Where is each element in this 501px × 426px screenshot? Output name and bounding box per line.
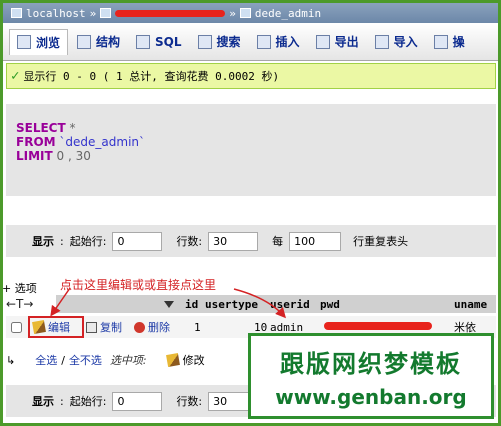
- server-icon: [11, 8, 22, 18]
- tab-browse[interactable]: 浏览: [9, 28, 69, 55]
- tab-export[interactable]: 导出: [309, 29, 366, 54]
- with-selected-label: 选中项:: [109, 354, 147, 367]
- annotation-text: 点击这里编辑或或直接点这里: [60, 278, 217, 292]
- bulk-arrow-icon: ↳: [6, 353, 16, 367]
- database-icon: [100, 8, 112, 18]
- success-message: ✓ 显示行 0 - 0 ( 1 总计, 查询花费 0.0002 秒): [6, 63, 496, 89]
- start-row-input-bottom[interactable]: [112, 391, 163, 411]
- delete-icon: [134, 321, 145, 333]
- sql-icon: [136, 34, 151, 49]
- import-icon: [374, 34, 389, 49]
- column-arrows: ←T→: [6, 297, 34, 311]
- insert-icon: [256, 34, 271, 49]
- export-icon: [315, 34, 330, 49]
- tab-search[interactable]: 搜索: [191, 29, 248, 54]
- col-usertype[interactable]: usertype: [205, 298, 258, 311]
- operations-icon: [433, 34, 448, 49]
- breadcrumb: localhost » » dede_admin: [3, 3, 498, 23]
- redacted-password: [324, 322, 432, 330]
- col-uname[interactable]: uname: [454, 298, 487, 311]
- bulk-actions: ↳ 全选 / 全不选 选中项: 修改: [6, 352, 205, 368]
- select-none-link[interactable]: 全不选: [69, 352, 102, 368]
- table-icon: [239, 8, 251, 18]
- edit-button[interactable]: 编辑: [28, 316, 84, 338]
- options-toggle[interactable]: + 选项: [2, 280, 37, 296]
- sql-query-box: SELECT * FROM `dede_admin` LIMIT 0 , 30: [6, 104, 496, 196]
- row-checkbox[interactable]: [11, 321, 22, 333]
- repeat-header-input[interactable]: [289, 231, 342, 251]
- table-header: id usertype userid pwd uname: [56, 295, 496, 313]
- sort-triangle-icon[interactable]: [164, 300, 174, 308]
- browse-icon: [17, 35, 31, 49]
- message-text: 显示行 0 - 0 ( 1 总计, 查询花费 0.0002 秒): [23, 70, 280, 83]
- rows-count-input[interactable]: [208, 231, 259, 251]
- search-icon: [197, 34, 212, 49]
- col-id[interactable]: id: [185, 298, 198, 311]
- tab-operations[interactable]: 操: [427, 29, 472, 54]
- redacted-database-name: [115, 9, 226, 17]
- navigation-bar-top: 显示: 起始行: 行数: 每 行重复表头: [6, 225, 496, 257]
- cell-id: 1: [194, 320, 201, 334]
- start-row-input[interactable]: [112, 231, 163, 251]
- watermark-logo: 跟版网织梦模板 www.genban.org: [248, 333, 494, 419]
- breadcrumb-server[interactable]: localhost: [26, 7, 86, 20]
- cell-userid: admin: [270, 320, 304, 334]
- tab-import[interactable]: 导入: [368, 29, 425, 54]
- delete-button[interactable]: 删除: [134, 319, 170, 335]
- bulk-edit-label[interactable]: 修改: [183, 352, 205, 368]
- copy-icon: [86, 321, 97, 333]
- copy-button[interactable]: 复制: [86, 319, 122, 335]
- pencil-icon: [32, 320, 46, 334]
- select-all-link[interactable]: 全选: [35, 352, 57, 368]
- check-icon: ✓: [11, 68, 20, 84]
- tab-insert[interactable]: 插入: [250, 29, 307, 54]
- tab-sql[interactable]: SQL: [129, 31, 189, 53]
- bulk-edit-icon[interactable]: [165, 353, 180, 367]
- col-pwd[interactable]: pwd: [320, 298, 340, 311]
- tab-structure[interactable]: 结构: [70, 29, 127, 54]
- breadcrumb-table[interactable]: dede_admin: [255, 7, 321, 20]
- structure-icon: [77, 34, 92, 49]
- col-userid[interactable]: userid: [270, 298, 310, 311]
- cell-usertype: 10: [254, 320, 268, 334]
- tab-bar: 浏览 结构 SQL 搜索 插入 导出 导入 操: [3, 23, 498, 61]
